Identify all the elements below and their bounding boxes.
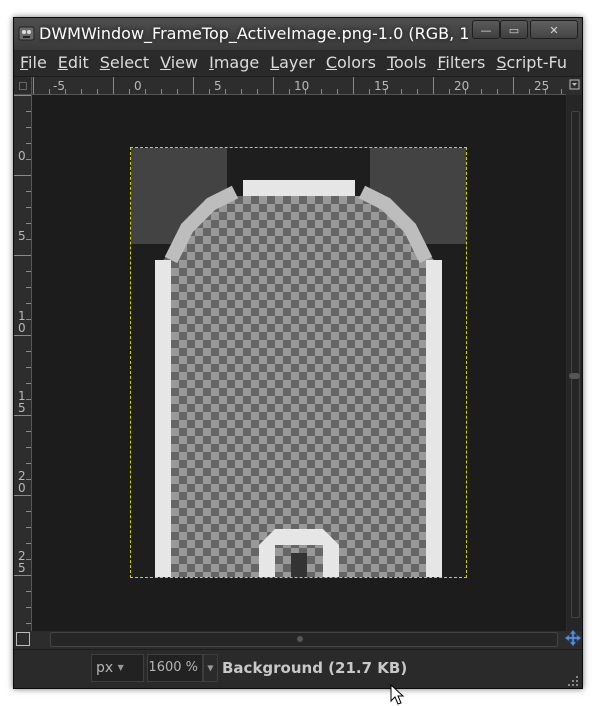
menu-image-label: mage [213,53,260,72]
vruler-label: 10 [18,309,26,335]
gimp-image-window: DWMWindow_FrameTop_ActiveImage.png-1.0 (… [13,17,583,689]
vertical-scroll-thumb[interactable] [569,373,580,379]
menu-layer[interactable]: Layer [264,50,320,76]
pan-navigate-icon[interactable] [564,629,582,647]
zoom-input[interactable]: 1600 % [147,654,203,682]
menu-colors-mnemonic: C [325,53,337,72]
vertical-ruler[interactable]: 0 5 10 15 20 25 [14,95,32,631]
ruler-origin-button[interactable] [14,77,32,95]
horizontal-scroll-thumb[interactable] [297,636,303,642]
menu-script-fu-mnemonic: S [496,53,507,72]
status-bar: px ▼ 1600 % ▼ Background (21.7 KB) [14,649,582,688]
horizontal-scrollbar[interactable] [50,632,558,647]
gimp-icon [18,26,35,41]
hruler-label: 20 [454,79,470,93]
menu-edit-label: dit [67,53,89,72]
menu-arrow-icon [569,79,580,90]
hruler-label: 0 [134,79,142,93]
menu-script-fu-label: cript-Fu [506,53,567,72]
menu-colors-label: olors [337,53,376,72]
vruler-label: 25 [18,549,26,575]
menu-layer-label: ayer [279,53,315,72]
menu-view-label: iew [170,53,199,72]
menu-image[interactable]: Image [203,50,264,76]
image-pixels [131,148,466,577]
hruler-label: -5 [53,79,65,93]
menu-view-mnemonic: V [160,53,171,72]
image-canvas[interactable] [32,95,566,631]
vruler-label: 0 [18,149,26,163]
vertical-scrollbar[interactable] [567,95,582,631]
chevron-down-icon: ▼ [207,663,214,673]
horizontal-ruler[interactable]: -5 0 5 10 15 20 25 [32,77,566,95]
menu-file-mnemonic: F [20,53,29,72]
menu-script-fu[interactable]: Script-Fu [490,50,572,76]
menu-select[interactable]: Select [94,50,154,76]
menu-bar: File Edit Select View Image Layer Colors Tools F… [14,50,582,77]
menu-select-mnemonic: S [99,53,110,72]
image-layer-background[interactable] [130,147,467,578]
vertical-scroll-trough[interactable] [571,111,580,618]
vruler-label: 5 [18,229,26,243]
vruler-label: 15 [18,389,26,415]
menu-colors[interactable]: Colors [320,50,381,76]
hruler-label: 5 [214,79,222,93]
menu-select-label: elect [109,53,150,72]
menu-tools[interactable]: Tools [381,50,431,76]
menu-filters[interactable]: Filters [431,50,490,76]
menu-arrow-button[interactable] [567,77,582,94]
hruler-label: 10 [294,79,310,93]
menu-view[interactable]: View [154,50,203,76]
menu-file[interactable]: File [14,50,52,76]
menu-edit[interactable]: Edit [52,50,94,76]
vruler-label: 20 [18,469,26,495]
maximize-button[interactable]: ▭ [500,20,528,39]
unit-selector[interactable]: px ▼ [91,654,144,682]
quick-mask-icon[interactable] [16,632,30,646]
window-title: DWMWindow_FrameTop_ActiveImage.png-1.0 (… [39,24,469,43]
menu-file-label: ile [28,53,47,72]
menu-layer-mnemonic: L [270,53,280,72]
resize-grip-icon[interactable] [567,675,579,687]
menu-tools-label: ools [394,53,427,72]
chevron-down-icon: ▼ [117,663,124,672]
menu-filters-label: ilters [445,53,486,72]
menu-edit-mnemonic: E [57,53,68,72]
hruler-label: 25 [534,79,550,93]
menu-tools-mnemonic: T [386,53,394,72]
mouse-cursor-icon [390,684,405,705]
hruler-label: 15 [374,79,390,93]
minimize-button[interactable]: — [472,20,500,39]
zoom-dropdown-button[interactable]: ▼ [203,654,218,682]
unit-value: px [96,660,114,676]
layer-status-label: Background (21.7 KB) [222,659,408,677]
close-button[interactable]: ✕ [530,20,578,39]
title-bar[interactable]: DWMWindow_FrameTop_ActiveImage.png-1.0 (… [14,18,582,51]
